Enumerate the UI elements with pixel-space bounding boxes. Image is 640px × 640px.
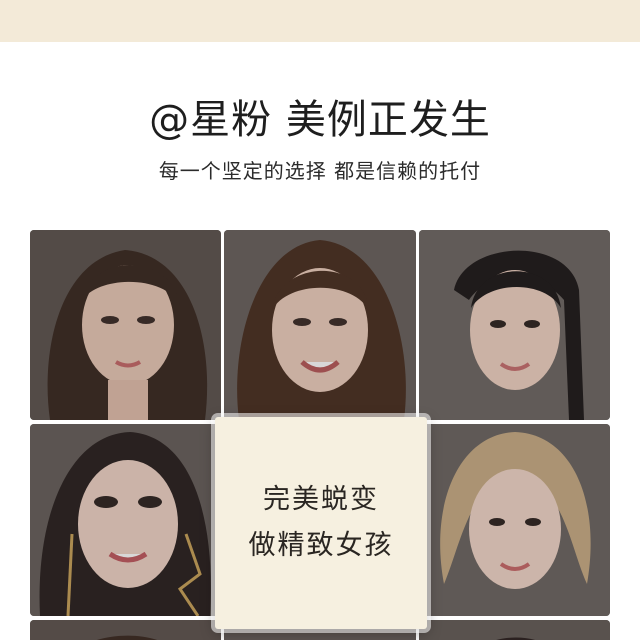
portrait-image <box>30 424 221 616</box>
portrait-image <box>419 424 610 616</box>
case-photo-5[interactable] <box>419 424 610 616</box>
portrait-image <box>224 230 416 420</box>
case-photo-8[interactable] <box>419 620 610 640</box>
portrait-image <box>30 620 221 640</box>
case-showcase-page: @星粉 美例正发生 每一个坚定的选择 都是信赖的托付 完美蜕变 做精致女孩 <box>0 0 640 640</box>
page-title: @星粉 美例正发生 <box>149 97 491 143</box>
caption-card: 完美蜕变 做精致女孩 <box>215 417 427 629</box>
case-photo-4[interactable] <box>30 424 221 616</box>
caption-line-2: 做精致女孩 <box>248 530 394 561</box>
case-photo-1[interactable] <box>30 230 221 420</box>
case-photo-2[interactable] <box>224 230 416 420</box>
caption-line-1: 完美蜕变 <box>263 484 379 515</box>
page-subtitle: 每一个坚定的选择 都是信赖的托付 <box>158 159 482 183</box>
portrait-image <box>419 230 610 420</box>
case-photo-3[interactable] <box>419 230 610 420</box>
portrait-image <box>419 620 610 640</box>
case-photo-6[interactable] <box>30 620 221 640</box>
portrait-image <box>30 230 221 420</box>
top-banner-strip <box>0 0 640 42</box>
